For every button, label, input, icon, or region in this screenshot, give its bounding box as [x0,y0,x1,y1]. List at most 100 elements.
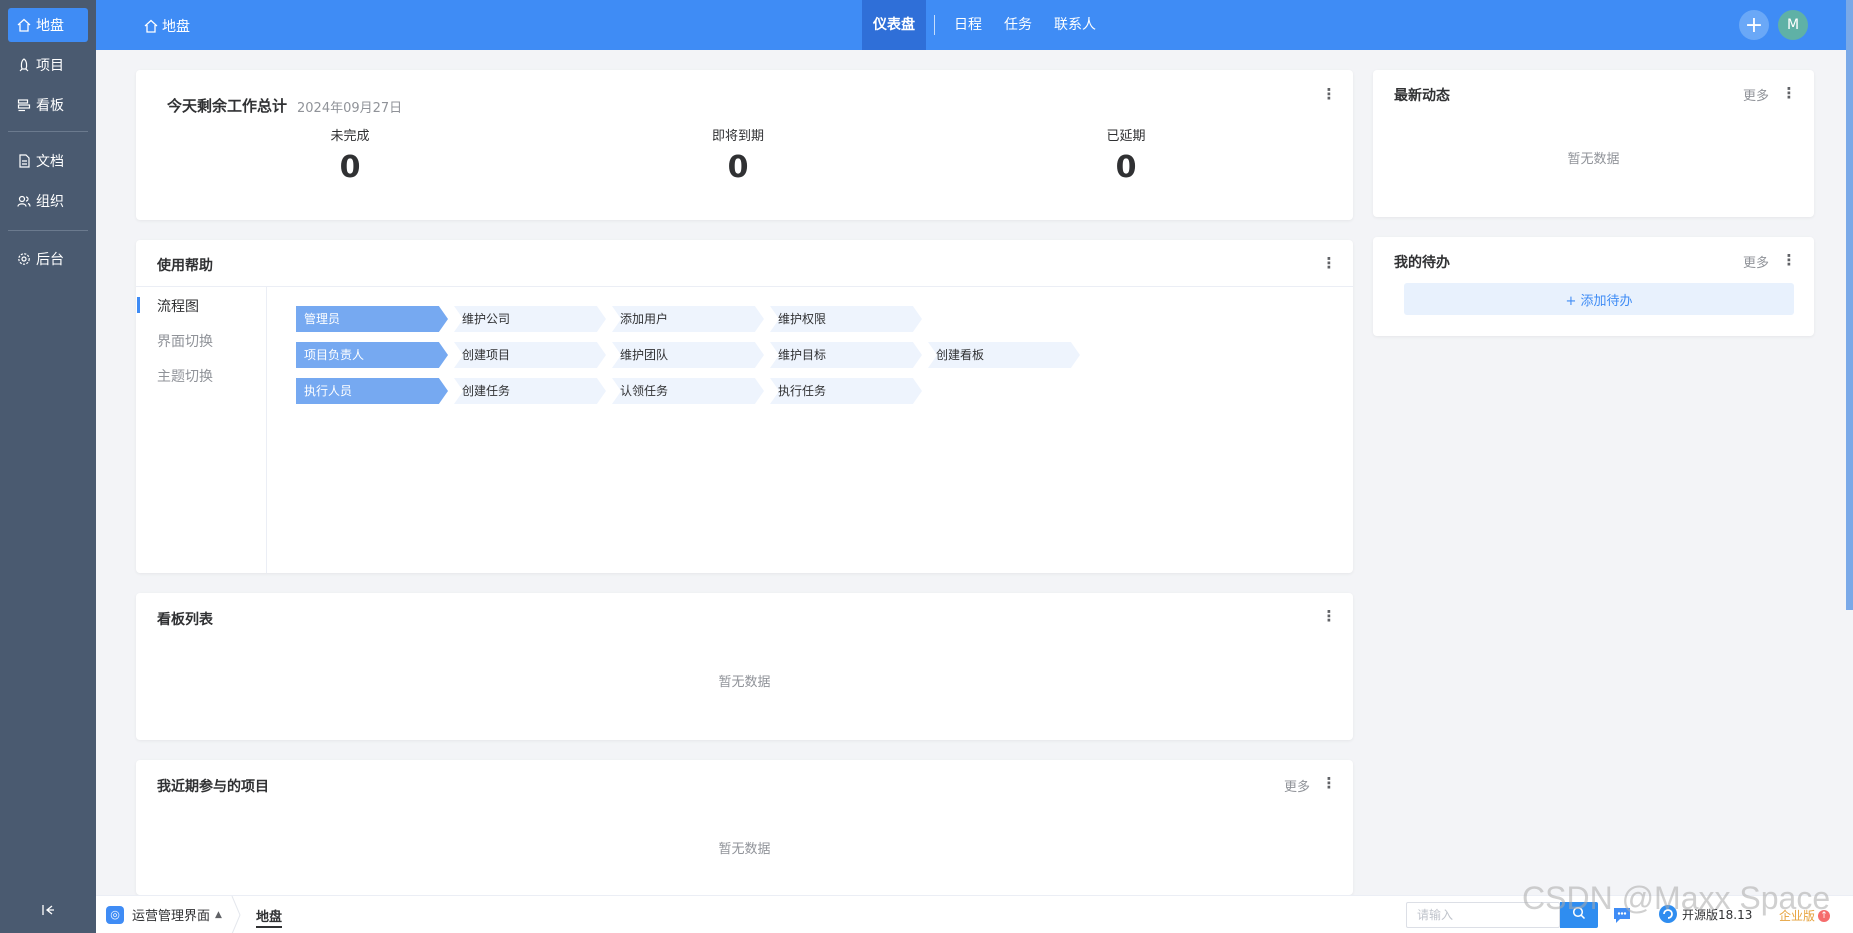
nav-contacts[interactable]: 联系人 [1043,0,1107,50]
kebab-menu-icon[interactable]: ⋮ [1322,253,1337,273]
flow-role-project-owner[interactable]: 项目负责人 [296,342,448,368]
more-link[interactable]: 更多 [1743,252,1769,271]
enterprise-label: 企业版 [1779,909,1816,923]
chat-icon[interactable] [1611,904,1633,926]
search-input[interactable] [1406,902,1560,928]
sidebar-item-docs[interactable]: 文档 [8,144,88,178]
sidebar-item-kanban[interactable]: 看板 [8,88,88,122]
sidebar-item-label: 文档 [36,154,64,170]
active-tab-indicator [137,297,140,313]
document-icon [16,153,32,169]
top-header: 地盘 仪表盘 日程 任务 联系人 + M [96,0,1853,50]
breadcrumb-label: 地盘 [162,19,190,35]
activity-title: 最新动态 [1394,88,1450,104]
recent-projects-card: 我近期参与的项目 更多 ⋮ 暂无数据 [136,760,1353,895]
kebab-menu-icon[interactable]: ⋮ [1322,84,1337,104]
stat-label: 已延期 [1106,129,1146,144]
help-title: 使用帮助 [157,258,213,274]
flow-step[interactable]: 维护权限 [770,306,922,332]
sidebar-item-label: 后台 [36,252,64,268]
search-icon [1572,906,1586,924]
flow-step[interactable]: 添加用户 [612,306,764,332]
stat-value: 0 [727,150,749,185]
kanban-icon [16,97,32,113]
sidebar-item-label: 看板 [36,98,64,114]
top-nav: 仪表盘 日程 任务 联系人 [862,0,1107,50]
flow-step[interactable]: 创建任务 [454,378,606,404]
stat-label: 未完成 [330,129,370,144]
add-todo-button[interactable]: + 添加待办 [1404,283,1794,315]
users-icon [16,193,32,209]
footer-tab-dashboard[interactable]: 地盘 [256,906,283,928]
home-icon [144,19,158,33]
flow-role-executor[interactable]: 执行人员 [296,378,448,404]
nav-divider [934,15,935,35]
stat-value: 0 [339,150,361,185]
empty-state: 暂无数据 [1567,152,1620,167]
rocket-icon [16,57,32,73]
flow-role-admin[interactable]: 管理员 [296,306,448,332]
flow-step[interactable]: 执行任务 [770,378,922,404]
boards-title: 看板列表 [157,612,213,628]
workspace-icon: ◎ [106,905,124,924]
sidebar-item-projects[interactable]: 项目 [8,48,88,82]
tab-flowchart[interactable]: 流程图 [157,296,199,316]
footer-bar: ◎ 运营管理界面 ▲ 地盘 开源版18.13 企业版 ↑ [96,895,1853,933]
sidebar-item-dashboard[interactable]: 地盘 [8,8,88,42]
recent-projects-title: 我近期参与的项目 [157,779,269,795]
sidebar-divider [8,131,88,132]
empty-state: 暂无数据 [718,842,771,857]
sidebar-item-org[interactable]: 组织 [8,184,88,218]
kebab-menu-icon[interactable]: ⋮ [1782,83,1797,103]
plus-icon[interactable]: + [1739,10,1769,40]
scrollbar[interactable] [1846,0,1853,610]
stat-overdue: 已延期 0 [1066,125,1186,185]
flow-step[interactable]: 维护公司 [454,306,606,332]
home-icon [16,17,32,33]
search-button[interactable] [1560,902,1598,928]
breadcrumb[interactable]: 地盘 [144,16,190,36]
flow-step[interactable]: 创建看板 [928,342,1080,368]
help-card: 使用帮助 ⋮ [136,240,1353,573]
more-link[interactable]: 更多 [1284,776,1310,795]
tab-theme-switch[interactable]: 主题切换 [157,366,213,386]
stat-incomplete: 未完成 0 [290,125,410,185]
more-link[interactable]: 更多 [1743,85,1769,104]
divider [266,287,267,573]
kebab-menu-icon[interactable]: ⋮ [1782,250,1797,270]
summary-title: 今天剩余工作总计 [167,97,288,115]
boards-card: 看板列表 ⋮ 暂无数据 [136,593,1353,740]
sidebar-divider [8,230,88,231]
flow-step[interactable]: 认领任务 [612,378,764,404]
activity-card: 最新动态 更多 ⋮ 暂无数据 [1373,70,1814,217]
arrow-up-icon: ↑ [1818,909,1831,922]
summary-date: 2024年09月27日 [297,101,403,116]
sidebar-item-label: 地盘 [36,18,64,34]
workspace-switcher[interactable]: ◎ 运营管理界面 ▲ [106,905,222,924]
collapse-left-icon[interactable] [38,900,58,920]
nav-calendar[interactable]: 日程 [943,0,993,50]
flow-step[interactable]: 维护团队 [612,342,764,368]
chevron-separator [231,895,241,933]
workspace-label: 运营管理界面 [132,909,211,924]
sidebar-item-admin[interactable]: 后台 [8,242,88,276]
logo-icon [1658,904,1678,924]
stat-value: 0 [1115,150,1137,185]
stat-label: 即将到期 [711,129,764,144]
nav-tasks[interactable]: 任务 [993,0,1043,50]
version-info[interactable]: 开源版18.13 [1658,904,1752,924]
divider [136,286,1353,287]
empty-state: 暂无数据 [718,675,771,690]
sidebar-item-label: 组织 [36,194,64,210]
todo-title: 我的待办 [1394,255,1450,271]
avatar[interactable]: M [1778,10,1808,40]
flow-step[interactable]: 创建项目 [454,342,606,368]
enterprise-link[interactable]: 企业版 ↑ [1779,907,1831,924]
gear-icon [16,251,32,267]
nav-dashboard[interactable]: 仪表盘 [862,0,926,50]
version-label: 开源版18.13 [1682,907,1753,922]
tab-ui-switch[interactable]: 界面切换 [157,331,213,351]
kebab-menu-icon[interactable]: ⋮ [1322,606,1337,626]
flow-step[interactable]: 维护目标 [770,342,922,368]
kebab-menu-icon[interactable]: ⋮ [1322,773,1337,793]
